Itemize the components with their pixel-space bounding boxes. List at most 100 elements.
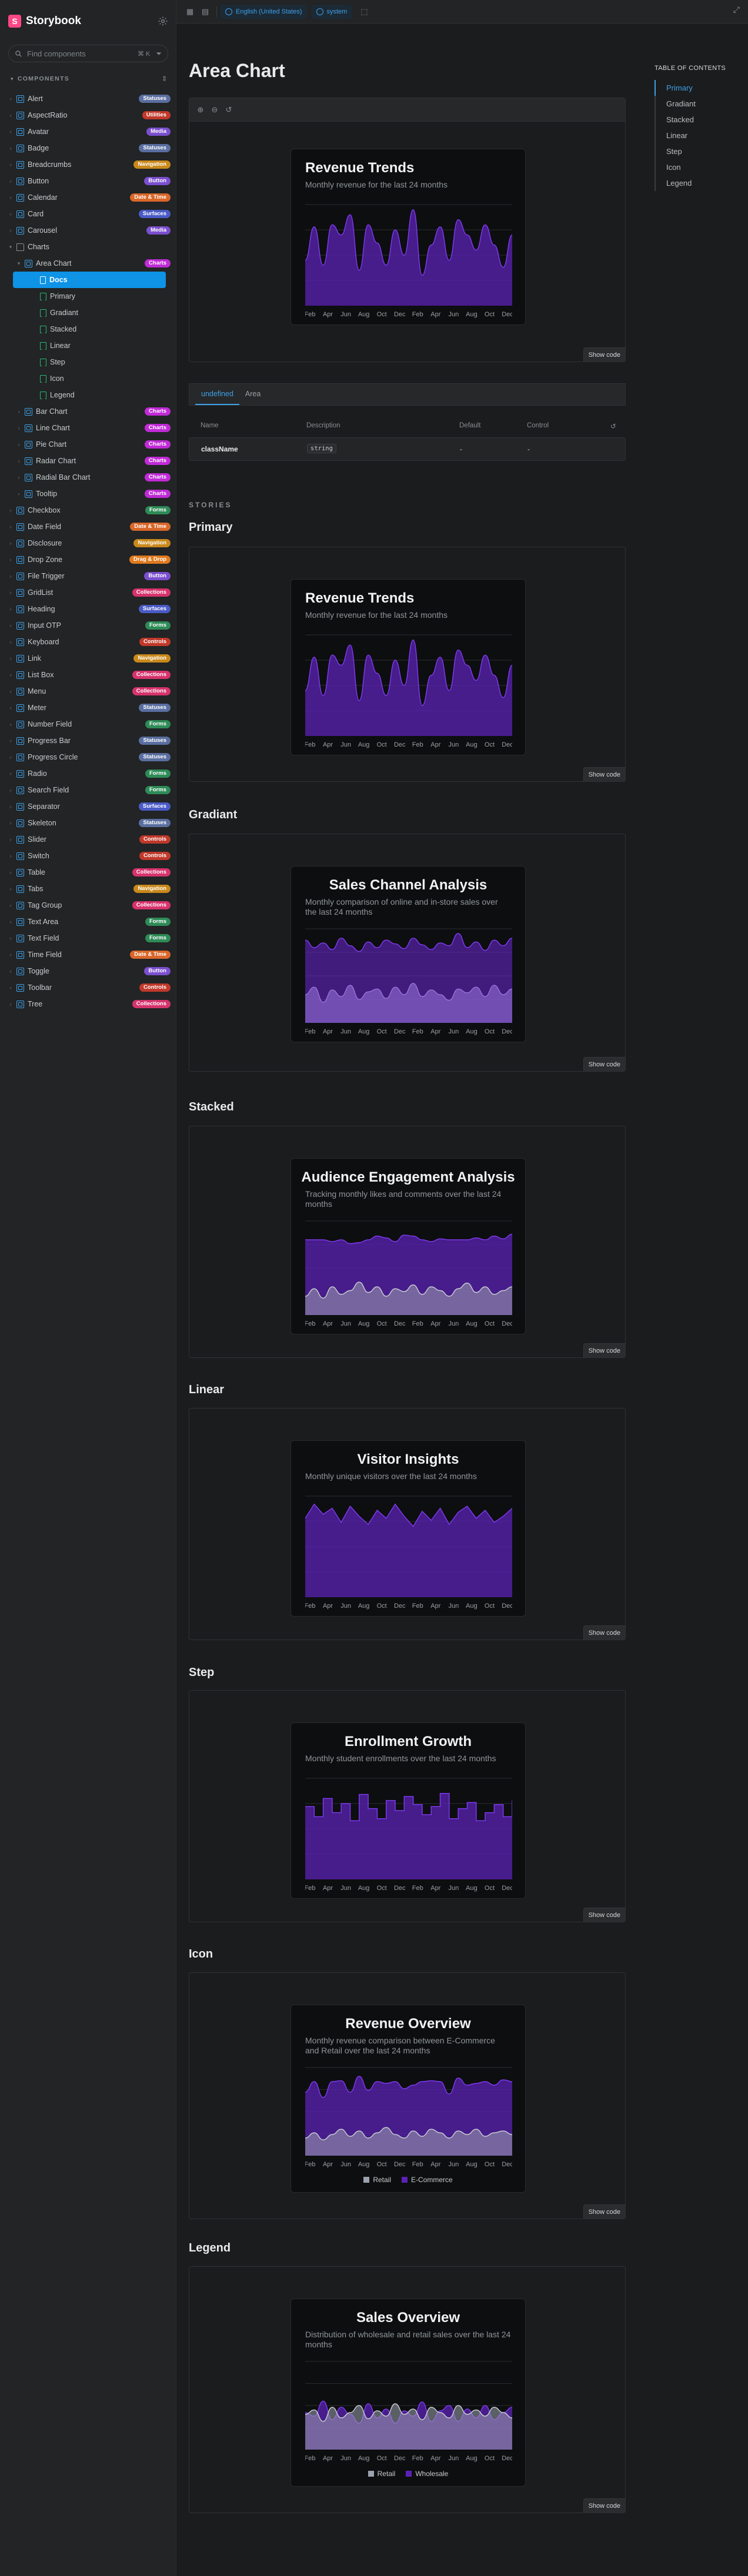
sidebar-item-date-field[interactable]: › Date Field Date & Time: [7, 518, 171, 535]
sidebar-item-meter[interactable]: › Meter Statuses: [7, 700, 171, 716]
tab-undefined[interactable]: undefined: [195, 383, 239, 405]
sidebar-item-radial-bar-chart[interactable]: › Radial Bar Chart Charts: [7, 469, 171, 486]
sidebar-item-icon[interactable]: Icon: [7, 370, 171, 387]
toc-item-legend[interactable]: Legend: [666, 175, 743, 191]
toc-item-step[interactable]: Step: [666, 143, 743, 159]
sidebar-item-card[interactable]: › Card Surfaces: [7, 206, 171, 222]
sidebar-item-line-chart[interactable]: › Line Chart Charts: [7, 420, 171, 436]
legend-item[interactable]: Wholesale: [406, 2470, 448, 2478]
sidebar-item-tag-group[interactable]: › Tag Group Collections: [7, 897, 171, 914]
outline-icon[interactable]: ⬚: [356, 4, 372, 19]
sidebar-item-progress-circle[interactable]: › Progress Circle Statuses: [7, 749, 171, 765]
sidebar-item-menu[interactable]: › Menu Collections: [7, 683, 171, 700]
fullscreen-icon[interactable]: ⤢: [733, 5, 740, 15]
sidebar-item-tabs[interactable]: › Tabs Navigation: [7, 881, 171, 897]
storybook-logo-icon[interactable]: S: [8, 15, 21, 28]
zoom-out-icon[interactable]: ⊖: [208, 105, 221, 115]
toc-item-gradiant[interactable]: Gradiant: [666, 96, 743, 112]
sidebar-item-pie-chart[interactable]: › Pie Chart Charts: [7, 436, 171, 453]
show-code-button[interactable]: Show code: [583, 2204, 625, 2219]
sidebar-item-input-otp[interactable]: › Input OTP Forms: [7, 617, 171, 634]
theme-selector[interactable]: system: [311, 4, 352, 19]
sidebar-item-text-area[interactable]: › Text Area Forms: [7, 914, 171, 930]
sidebar-item-tooltip[interactable]: › Tooltip Charts: [7, 486, 171, 502]
sidebar-item-tree[interactable]: › Tree Collections: [7, 996, 171, 1012]
sidebar-item-badge[interactable]: › Badge Statuses: [7, 140, 171, 156]
show-code-button[interactable]: Show code: [583, 2498, 625, 2513]
show-code-button[interactable]: Show code: [583, 1057, 625, 1071]
legend-item[interactable]: Retail: [368, 2470, 395, 2478]
zoom-in-icon[interactable]: ⊕: [194, 105, 207, 115]
toc-item-linear[interactable]: Linear: [666, 128, 743, 143]
area-series-0[interactable]: [305, 640, 512, 736]
sidebar-item-drop-zone[interactable]: › Drop Zone Drag & Drop: [7, 551, 171, 568]
sidebar-item-radar-chart[interactable]: › Radar Chart Charts: [7, 453, 171, 469]
sidebar-item-breadcrumbs[interactable]: › Breadcrumbs Navigation: [7, 156, 171, 173]
sidebar-item-charts[interactable]: ▾ Charts: [7, 239, 171, 255]
show-code-button[interactable]: Show code: [583, 1908, 625, 1922]
toc-item-primary[interactable]: Primary: [666, 80, 743, 96]
legend-item[interactable]: E-Commerce: [402, 2176, 453, 2184]
sidebar-item-calendar[interactable]: › Calendar Date & Time: [7, 189, 171, 206]
sidebar-item-docs[interactable]: Docs: [13, 272, 166, 288]
sidebar-item-skeleton[interactable]: › Skeleton Statuses: [7, 815, 171, 831]
sidebar-item-time-field[interactable]: › Time Field Date & Time: [7, 946, 171, 963]
sidebar-item-checkbox[interactable]: › Checkbox Forms: [7, 502, 171, 518]
area-chart[interactable]: Feb Apr Jun Aug Oct Dec Feb Apr Jun Aug Oct Dec: [305, 1490, 512, 1611]
sidebar-item-toggle[interactable]: › Toggle Button: [7, 963, 171, 979]
area-chart[interactable]: Feb Apr Jun Aug Oct Dec Feb Apr Jun Aug Oct Dec: [305, 2062, 512, 2170]
sidebar-item-button[interactable]: › Button Button: [7, 173, 171, 189]
tab-area[interactable]: Area: [239, 383, 266, 405]
sidebar-item-progress-bar[interactable]: › Progress Bar Statuses: [7, 732, 171, 749]
sidebar-item-number-field[interactable]: › Number Field Forms: [7, 716, 171, 732]
sidebar-item-file-trigger[interactable]: › File Trigger Button: [7, 568, 171, 584]
sidebar-item-carousel[interactable]: › Carousel Media: [7, 222, 171, 239]
toc-item-stacked[interactable]: Stacked: [666, 112, 743, 128]
sidebar-item-avatar[interactable]: › Avatar Media: [7, 123, 171, 140]
show-code-button[interactable]: Show code: [583, 347, 625, 362]
sidebar-item-aspectratio[interactable]: › AspectRatio Utilities: [7, 107, 171, 123]
sidebar-item-alert[interactable]: › Alert Statuses: [7, 91, 171, 107]
area-chart[interactable]: Feb Apr Jun Aug Oct Dec Feb Apr Jun Aug Oct Dec: [305, 1772, 512, 1893]
expand-all-icon[interactable]: ⇕: [162, 75, 168, 83]
locale-selector[interactable]: English (United States): [221, 4, 307, 19]
gear-icon[interactable]: [158, 16, 168, 26]
search-input[interactable]: Find components ⌘ K ⏷: [8, 45, 168, 62]
area-chart[interactable]: Feb Apr Jun Aug Oct Dec Feb Apr Jun Aug Oct Dec: [305, 1215, 512, 1329]
legend-item[interactable]: Retail: [363, 2176, 391, 2184]
area-chart[interactable]: Feb Apr Jun Aug Oct Dec Feb Apr Jun Aug Oct Dec: [305, 629, 512, 750]
area-chart[interactable]: Feb Apr Jun Aug Oct Dec Feb Apr Jun Aug Oct Dec: [305, 2356, 512, 2464]
sidebar-item-step[interactable]: Step: [7, 354, 171, 370]
sidebar-item-separator[interactable]: › Separator Surfaces: [7, 798, 171, 815]
sidebar-item-linear[interactable]: Linear: [7, 337, 171, 354]
sidebar-item-toolbar[interactable]: › Toolbar Controls: [7, 979, 171, 996]
sidebar-item-slider[interactable]: › Slider Controls: [7, 831, 171, 848]
area-chart[interactable]: Feb Apr Jun Aug Oct Dec Feb Apr Jun Aug Oct Dec: [305, 923, 512, 1037]
reset-zoom-icon[interactable]: ↺: [222, 105, 235, 115]
sidebar-item-bar-chart[interactable]: › Bar Chart Charts: [7, 403, 171, 420]
sidebar-item-legend[interactable]: Legend: [7, 387, 171, 403]
background-icon[interactable]: ▤: [198, 4, 213, 19]
sidebar-item-disclosure[interactable]: › Disclosure Navigation: [7, 535, 171, 551]
sidebar-item-radio[interactable]: › Radio Forms: [7, 765, 171, 782]
area-chart[interactable]: Feb Apr Jun Aug Oct Dec Feb Apr Jun Aug Oct Dec: [305, 199, 512, 320]
filter-icon[interactable]: ⏷: [156, 49, 162, 58]
sidebar-item-stacked[interactable]: Stacked: [7, 321, 171, 337]
sidebar-item-search-field[interactable]: › Search Field Forms: [7, 782, 171, 798]
show-code-button[interactable]: Show code: [583, 1625, 625, 1640]
show-code-button[interactable]: Show code: [583, 767, 625, 781]
sidebar-item-switch[interactable]: › Switch Controls: [7, 848, 171, 864]
sidebar-item-link[interactable]: › Link Navigation: [7, 650, 171, 667]
sidebar-item-table[interactable]: › Table Collections: [7, 864, 171, 881]
sidebar-item-list-box[interactable]: › List Box Collections: [7, 667, 171, 683]
sidebar-item-keyboard[interactable]: › Keyboard Controls: [7, 634, 171, 650]
area-series-0[interactable]: [305, 209, 512, 306]
area-series-0[interactable]: [305, 1793, 512, 1879]
sidebar-item-heading[interactable]: › Heading Surfaces: [7, 601, 171, 617]
toc-item-icon[interactable]: Icon: [666, 159, 743, 175]
grid-icon[interactable]: ▦: [182, 4, 198, 19]
sidebar-item-text-field[interactable]: › Text Field Forms: [7, 930, 171, 946]
reset-controls-icon[interactable]: ↺: [610, 422, 616, 430]
sidebar-item-gridlist[interactable]: › GridList Collections: [7, 584, 171, 601]
app-title[interactable]: Storybook: [26, 15, 81, 28]
